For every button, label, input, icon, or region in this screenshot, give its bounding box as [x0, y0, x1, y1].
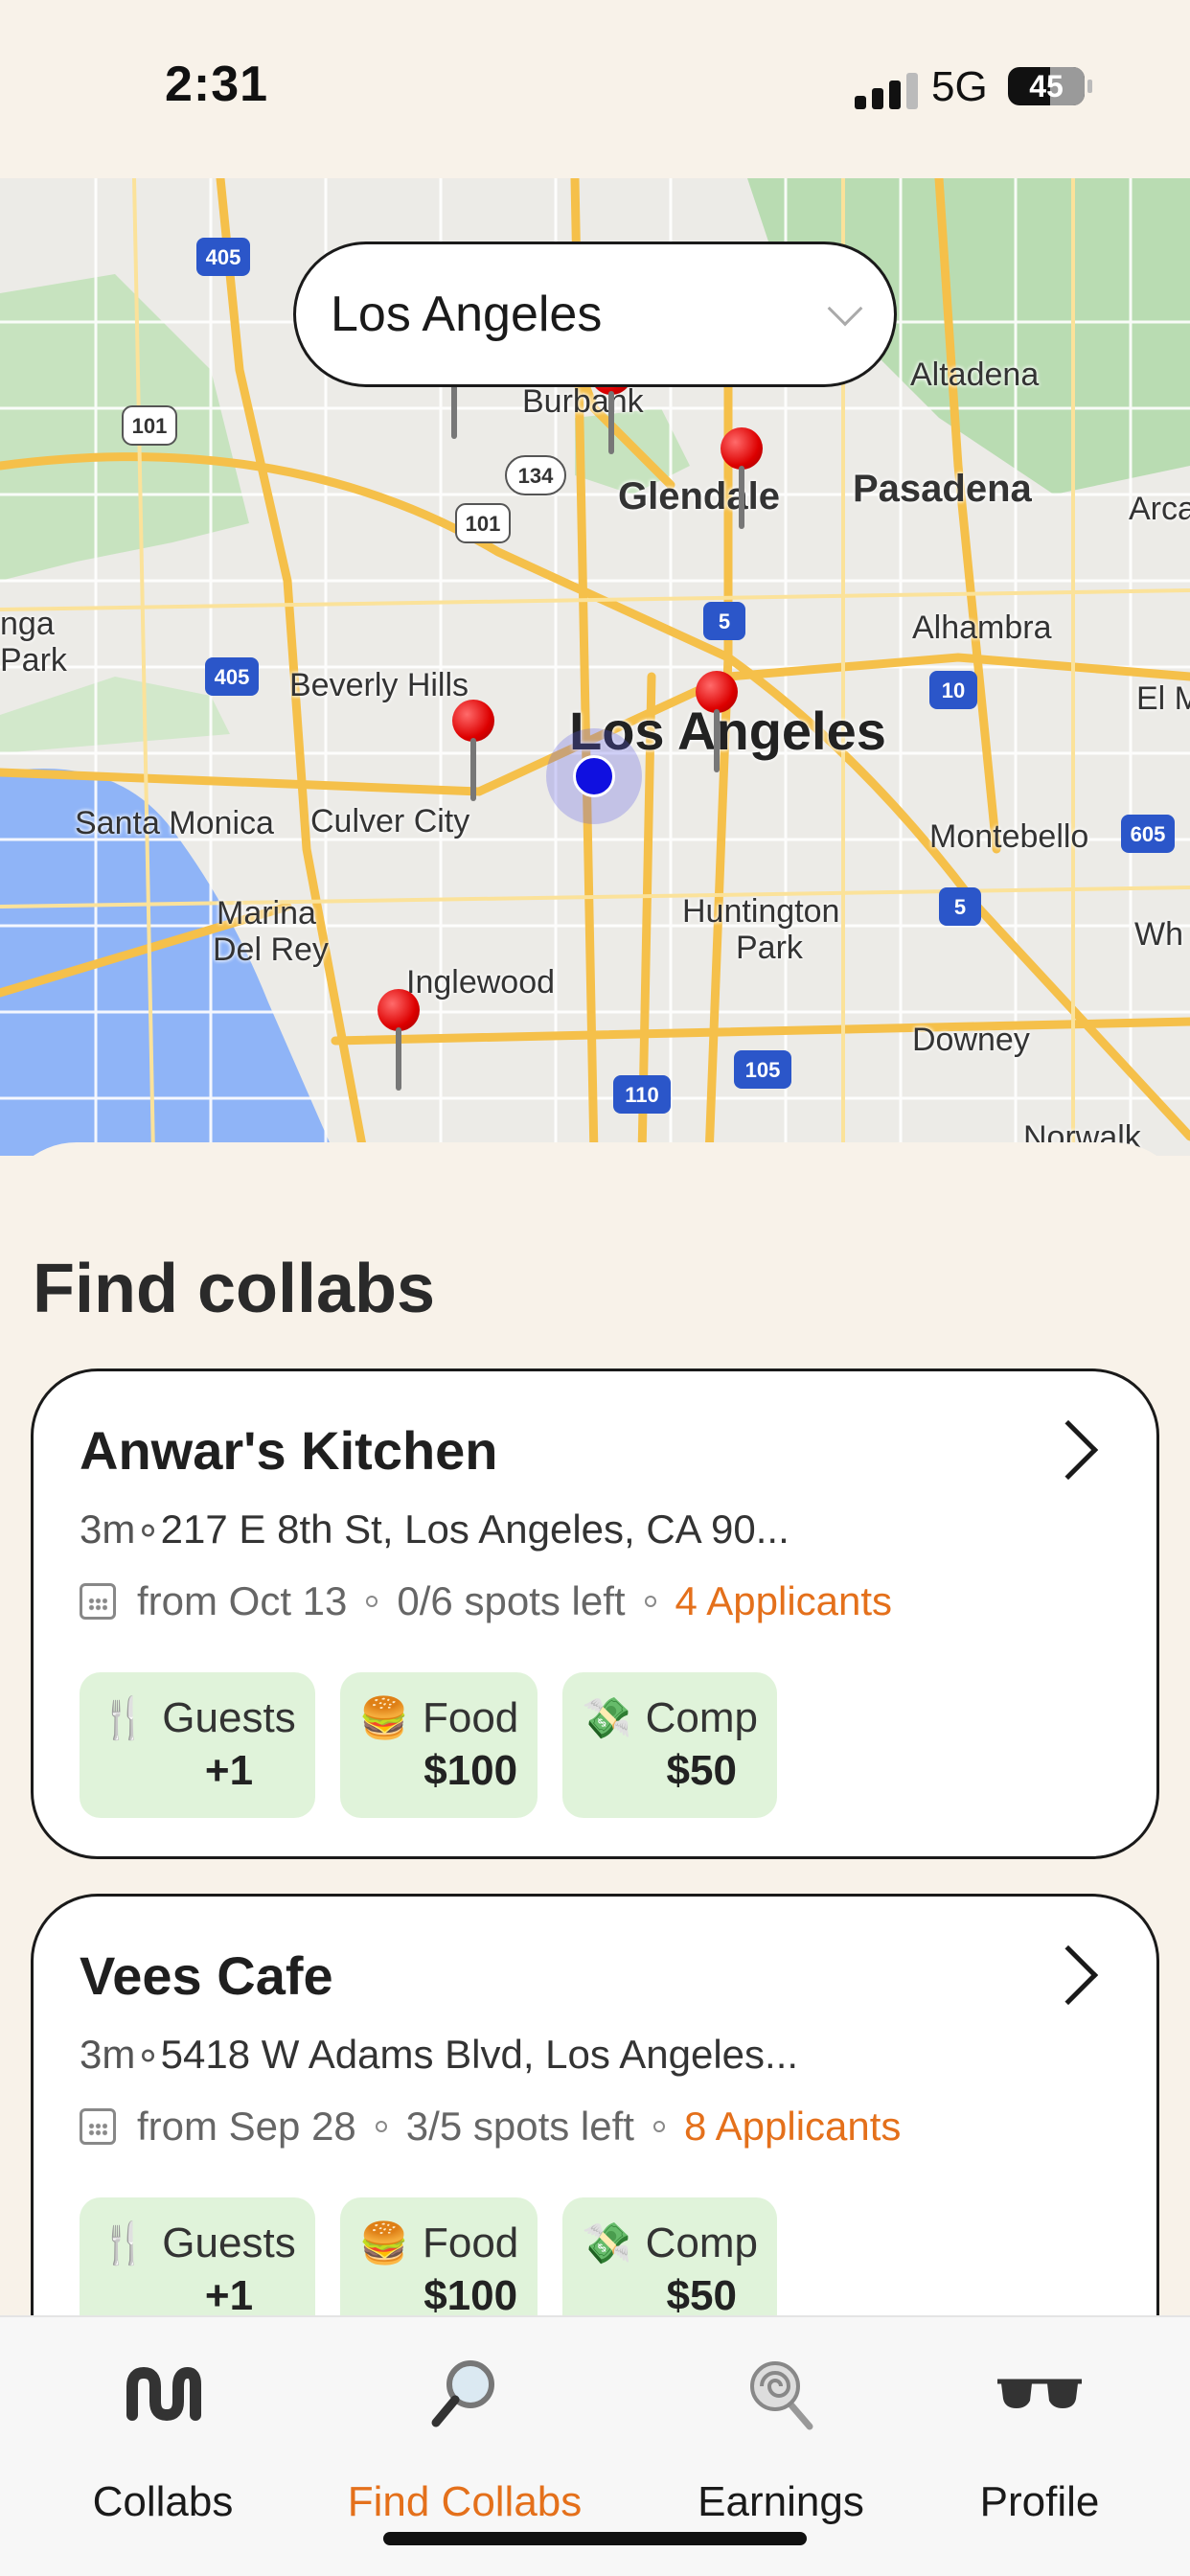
- chevron-right-icon[interactable]: [1038, 1419, 1099, 1481]
- collab-card[interactable]: Vees Cafe 3m∘5418 W Adams Blvd, Los Ange…: [31, 1894, 1159, 2384]
- venue-address: 217 E 8th St, Los Angeles, CA 90...: [160, 1506, 790, 1552]
- collab-meta: from Sep 28 3/5 spots left 8 Applicants: [80, 2104, 901, 2150]
- perk-guests: 🍴 Guests +1: [80, 1672, 315, 1818]
- perk-value: $100: [423, 1747, 518, 1794]
- perk-list: 🍴 Guests +1 🍔 Food $100 💸 Comp $50: [80, 1672, 777, 1818]
- perk-food: 🍔 Food $100: [339, 1672, 538, 1818]
- map-label-huntington: Huntington: [682, 893, 840, 930]
- map-label-pasadena: Pasadena: [853, 468, 1032, 510]
- shield-us101-left: 101: [132, 414, 168, 438]
- perk-label: Guests: [162, 2220, 296, 2266]
- collab-card[interactable]: Anwar's Kitchen 3m∘217 E 8th St, Los Ang…: [31, 1368, 1159, 1859]
- map-label-alhambra: Alhambra: [912, 610, 1052, 646]
- venue-distance: 3m: [80, 1506, 136, 1552]
- collab-spots: 3/5 spots left: [405, 2104, 634, 2149]
- tab-label: Find Collabs: [347, 2478, 583, 2525]
- map-label-park: Park: [736, 930, 803, 966]
- map-label-inglewood: Inglewood: [406, 964, 556, 1000]
- venue-address-line: 3m∘217 E 8th St, Los Angeles, CA 90...: [80, 1506, 790, 1552]
- map-label-whittier: Wh: [1134, 916, 1183, 953]
- status-bar: 2:31 5G 45: [0, 0, 1190, 178]
- map-label-altadena: Altadena: [910, 356, 1040, 393]
- map-label-el-monte: El M: [1136, 680, 1190, 717]
- signal-icon: [855, 73, 918, 109]
- tab-label: Earnings: [698, 2478, 864, 2525]
- status-time: 2:31: [165, 57, 269, 112]
- city-select[interactable]: Los Angeles: [293, 242, 897, 387]
- page-title: Find collabs: [33, 1251, 436, 1327]
- money-icon: 💸: [582, 1695, 632, 1740]
- perk-value: +1: [204, 1747, 254, 1794]
- calendar-icon: [80, 2108, 116, 2145]
- perk-label: Food: [422, 2220, 519, 2266]
- perk-label: Comp: [645, 1694, 758, 1741]
- battery-icon: 45: [1008, 67, 1092, 105]
- shield-sr134: 134: [518, 464, 554, 488]
- separator-dot: [375, 2121, 387, 2132]
- map-label-culver-city: Culver City: [310, 803, 470, 840]
- tab-label: Collabs: [92, 2478, 234, 2525]
- map-label-downey: Downey: [912, 1022, 1030, 1058]
- current-location-icon: [546, 728, 642, 824]
- shield-us101-mid: 101: [466, 512, 501, 536]
- collab-spots: 0/6 spots left: [397, 1578, 626, 1623]
- shield-i405-top: 405: [206, 245, 241, 269]
- collab-applicants[interactable]: 8 Applicants: [684, 2104, 902, 2150]
- tab-profile[interactable]: Profile: [958, 2317, 1121, 2528]
- network-type: 5G: [931, 63, 988, 110]
- map-pin[interactable]: [452, 700, 494, 805]
- map-label-topanga: nga: [0, 606, 55, 642]
- map-label-montebello: Montebello: [929, 818, 1089, 855]
- shield-i605: 605: [1131, 822, 1166, 846]
- tab-collabs[interactable]: Collabs: [67, 2317, 259, 2528]
- separator-dot: [644, 1596, 656, 1607]
- lollipop-icon: [743, 2356, 819, 2432]
- fork-knife-icon: 🍴: [99, 1695, 149, 1740]
- map-label-santa-monica: Santa Monica: [75, 805, 274, 841]
- burger-icon: 🍔: [358, 1695, 409, 1740]
- map-pin[interactable]: [721, 427, 763, 533]
- city-select-value: Los Angeles: [331, 287, 603, 342]
- perk-comp: 💸 Comp $50: [562, 1672, 777, 1818]
- map-label-del-rey: Del Rey: [213, 932, 329, 968]
- tab-earnings[interactable]: Earnings: [671, 2317, 891, 2528]
- shield-i110: 110: [625, 1083, 659, 1107]
- perk-label: Comp: [645, 2220, 758, 2266]
- shield-i5-mid: 5: [719, 610, 730, 633]
- separator-dot: [366, 1596, 378, 1607]
- collab-applicants[interactable]: 4 Applicants: [675, 1578, 893, 1624]
- collabs-logo-icon: [125, 2356, 201, 2432]
- chevron-down-icon: [827, 290, 863, 327]
- venue-address-line: 3m∘5418 W Adams Blvd, Los Angeles...: [80, 2032, 799, 2077]
- sunglasses-icon: [994, 2356, 1086, 2432]
- magnifier-icon: [426, 2356, 503, 2432]
- map-label-beverly-hills: Beverly Hills: [289, 667, 469, 703]
- map-label-arcadia: Arca: [1129, 491, 1190, 527]
- collab-date: from Oct 13: [137, 1578, 348, 1623]
- shield-i10: 10: [942, 678, 965, 702]
- map-label-marina: Marina: [217, 895, 316, 932]
- map-pin[interactable]: [378, 989, 420, 1094]
- venue-name: Anwar's Kitchen: [80, 1420, 498, 1481]
- perk-label: Food: [422, 1694, 519, 1741]
- separator-dot: [652, 2121, 665, 2132]
- chevron-right-icon[interactable]: [1038, 1944, 1099, 2006]
- shield-i105: 105: [745, 1058, 781, 1082]
- tab-find-collabs[interactable]: Find Collabs: [326, 2317, 604, 2528]
- venue-name: Vees Cafe: [80, 1945, 333, 2006]
- map-label-topanga-park: Park: [0, 642, 67, 678]
- battery-level: 45: [1029, 68, 1064, 104]
- perk-value: $50: [666, 1747, 737, 1794]
- shield-i5-lower: 5: [954, 895, 966, 919]
- venue-address: 5418 W Adams Blvd, Los Angeles...: [160, 2032, 799, 2077]
- map-pin[interactable]: [696, 671, 738, 776]
- tab-label: Profile: [979, 2478, 1100, 2525]
- collab-meta: from Oct 13 0/6 spots left 4 Applicants: [80, 1578, 892, 1624]
- home-indicator: [383, 2532, 807, 2545]
- shield-i405-mid: 405: [215, 665, 250, 689]
- collab-date: from Sep 28: [137, 2104, 356, 2149]
- calendar-icon: [80, 1583, 116, 1620]
- venue-distance: 3m: [80, 2032, 136, 2077]
- perk-label: Guests: [162, 1694, 296, 1741]
